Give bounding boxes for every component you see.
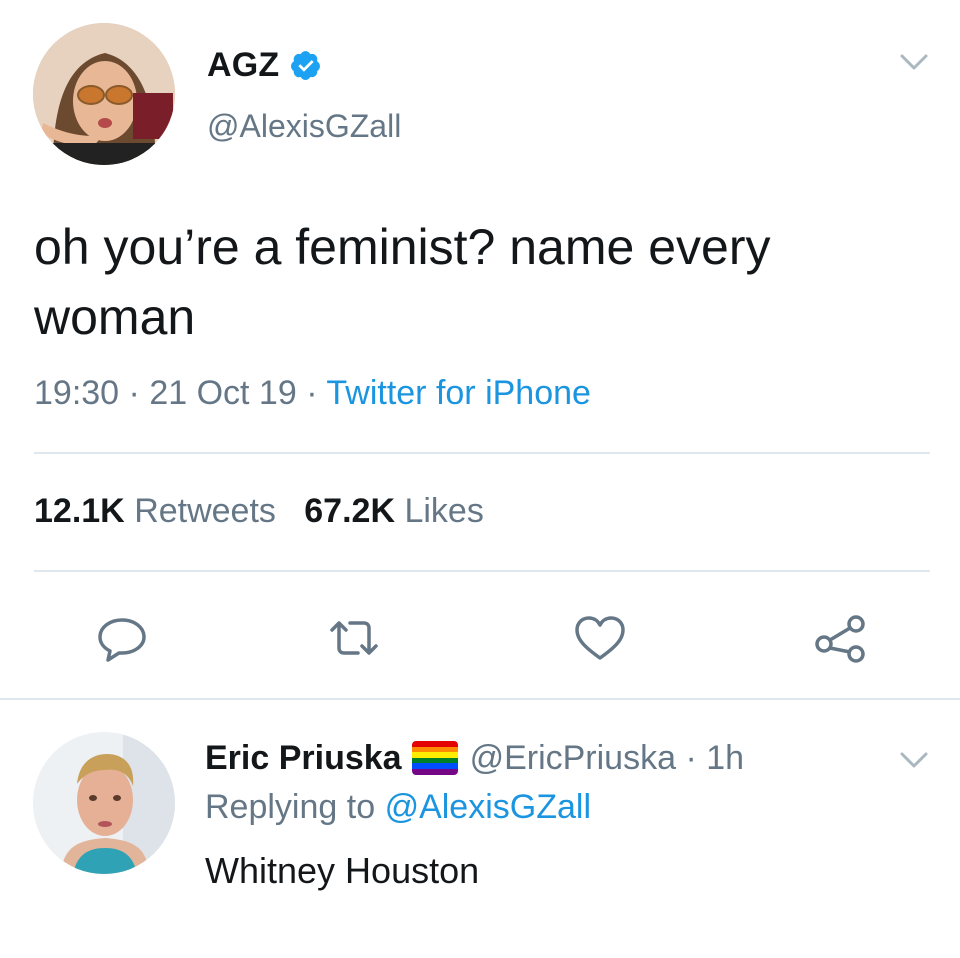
retweet-button[interactable] bbox=[326, 610, 382, 666]
meta-separator: · bbox=[676, 739, 706, 778]
chevron-down-icon[interactable] bbox=[896, 748, 932, 772]
meta-separator: · bbox=[128, 374, 140, 412]
divider bbox=[34, 570, 930, 572]
rainbow-flag-icon bbox=[411, 741, 458, 775]
tweet-time[interactable]: 19:30 bbox=[34, 374, 119, 412]
chevron-down-icon[interactable] bbox=[896, 50, 932, 74]
likes-label: Likes bbox=[404, 492, 484, 530]
share-button[interactable] bbox=[812, 610, 868, 666]
reply-author-handle[interactable]: @EricPriuska bbox=[470, 739, 676, 778]
meta-separator: · bbox=[306, 374, 318, 412]
divider bbox=[34, 452, 930, 454]
author-avatar[interactable] bbox=[33, 23, 175, 165]
author-handle[interactable]: @AlexisGZall bbox=[207, 108, 401, 145]
replying-to-prefix: Replying to bbox=[205, 788, 376, 826]
reply-header: Eric Priuska @EricPriuska · 1h bbox=[205, 734, 744, 782]
retweet-icon bbox=[330, 621, 378, 655]
replying-to-mention[interactable]: @AlexisGZall bbox=[385, 788, 591, 826]
retweets-count: 12.1K bbox=[34, 492, 125, 530]
main-tweet: AGZ @AlexisGZall oh you’re a feminist? n… bbox=[0, 0, 960, 698]
tweet-source-link[interactable]: Twitter for iPhone bbox=[326, 374, 591, 412]
retweets-stat[interactable]: 12.1K Retweets bbox=[34, 492, 276, 530]
author-display-name[interactable]: AGZ bbox=[207, 46, 279, 85]
verified-badge-icon bbox=[291, 50, 321, 80]
like-button[interactable] bbox=[572, 610, 628, 666]
reply-author-name[interactable]: Eric Priuska bbox=[205, 739, 402, 778]
reply-button[interactable] bbox=[94, 610, 150, 666]
tweet-text: oh you’re a feminist? name every woman bbox=[34, 219, 771, 345]
tweet-date[interactable]: 21 Oct 19 bbox=[149, 374, 296, 412]
replying-to-line: Replying to @AlexisGZall bbox=[205, 788, 591, 827]
meta-separator-dot: · bbox=[685, 738, 697, 777]
tweet-stats: 12.1K Retweets 67.2K Likes bbox=[34, 492, 484, 531]
reply-age[interactable]: 1h bbox=[706, 739, 744, 778]
author-name-row: AGZ bbox=[207, 40, 322, 90]
like-icon bbox=[575, 616, 625, 660]
tweet-meta: 19:30 · 21 Oct 19 · Twitter for iPhone bbox=[34, 374, 591, 413]
retweets-label: Retweets bbox=[134, 492, 276, 530]
reply-text: Whitney Houston bbox=[205, 850, 480, 891]
share-icon bbox=[815, 615, 865, 663]
likes-count: 67.2K bbox=[304, 492, 395, 530]
reply-tweet[interactable]: Eric Priuska @EricPriuska · 1h Replying … bbox=[0, 700, 960, 958]
likes-stat[interactable]: 67.2K Likes bbox=[304, 492, 484, 530]
reply-icon bbox=[98, 618, 146, 662]
reply-author-avatar[interactable] bbox=[33, 732, 175, 874]
